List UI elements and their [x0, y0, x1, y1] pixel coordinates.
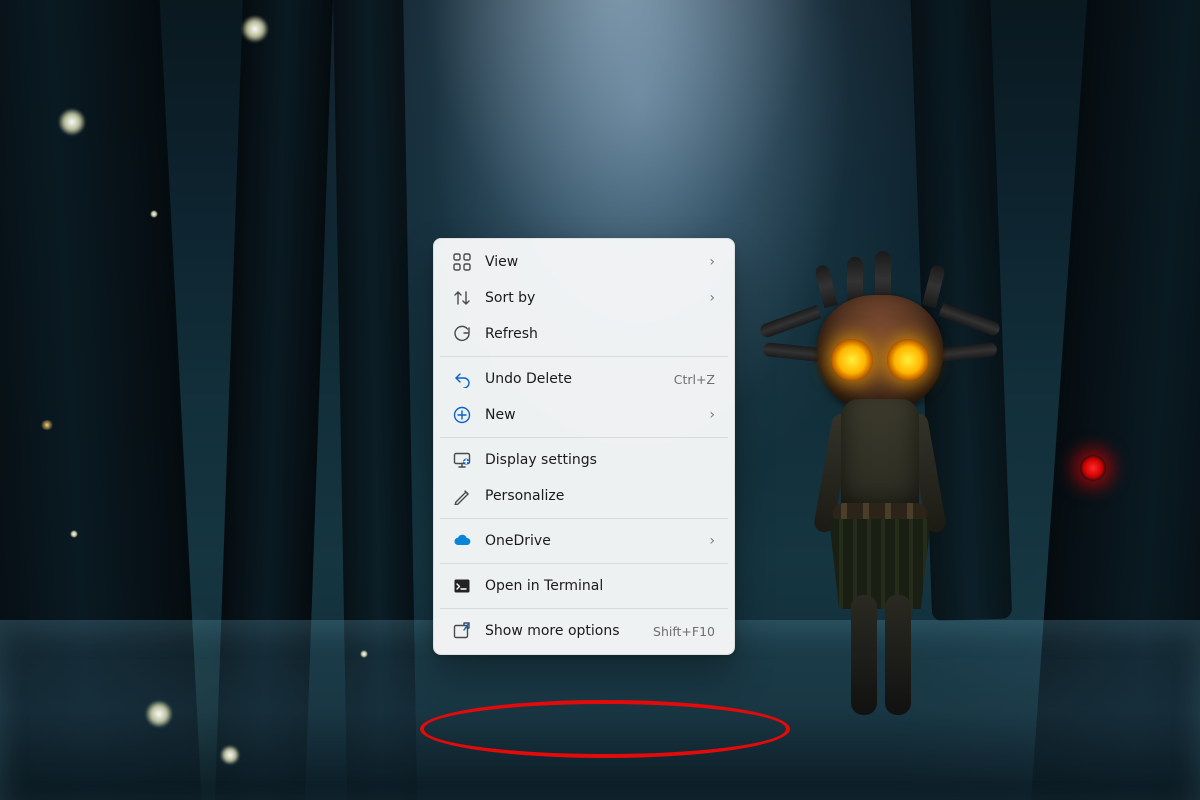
- menu-item-show-more-options[interactable]: Show more options Shift+F10: [439, 613, 729, 649]
- grid-icon: [453, 253, 471, 271]
- menu-item-accelerator: Ctrl+Z: [674, 372, 715, 387]
- menu-separator: [440, 608, 728, 609]
- decor-spark: [58, 108, 86, 136]
- sort-icon: [453, 289, 471, 307]
- decor-spark: [70, 530, 78, 538]
- chevron-right-icon: ›: [705, 407, 715, 423]
- decor-spark: [145, 700, 173, 728]
- menu-item-label: Personalize: [485, 488, 715, 504]
- menu-item-label: View: [485, 254, 691, 270]
- onedrive-icon: [453, 532, 471, 550]
- personalize-icon: [453, 487, 471, 505]
- menu-item-personalize[interactable]: Personalize: [439, 478, 729, 514]
- decor-spark: [150, 210, 158, 218]
- menu-item-display-settings[interactable]: Display settings: [439, 442, 729, 478]
- menu-separator: [440, 563, 728, 564]
- menu-item-label: New: [485, 407, 691, 423]
- menu-item-label: Undo Delete: [485, 371, 660, 387]
- menu-item-label: Show more options: [485, 623, 639, 639]
- decor-red-orb: [1080, 455, 1106, 481]
- desktop-context-menu: View › Sort by › Refresh Undo Delete Ctrl+Z New…: [433, 238, 735, 655]
- chevron-right-icon: ›: [705, 533, 715, 549]
- menu-item-new[interactable]: New ›: [439, 397, 729, 433]
- menu-item-open-in-terminal[interactable]: Open in Terminal: [439, 568, 729, 604]
- display-icon: [453, 451, 471, 469]
- chevron-right-icon: ›: [705, 254, 715, 270]
- menu-separator: [440, 356, 728, 357]
- wallpaper-figure: [795, 295, 965, 735]
- menu-item-accelerator: Shift+F10: [653, 624, 715, 639]
- new-icon: [453, 406, 471, 424]
- menu-item-onedrive[interactable]: OneDrive ›: [439, 523, 729, 559]
- decor-spark: [360, 650, 368, 658]
- menu-item-refresh[interactable]: Refresh: [439, 316, 729, 352]
- menu-item-view[interactable]: View ›: [439, 244, 729, 280]
- menu-item-sort-by[interactable]: Sort by ›: [439, 280, 729, 316]
- menu-separator: [440, 437, 728, 438]
- undo-icon: [453, 370, 471, 388]
- more-icon: [453, 622, 471, 640]
- menu-item-label: Open in Terminal: [485, 578, 715, 594]
- refresh-icon: [453, 325, 471, 343]
- menu-separator: [440, 518, 728, 519]
- terminal-icon: [453, 577, 471, 595]
- menu-item-label: OneDrive: [485, 533, 691, 549]
- menu-item-label: Sort by: [485, 290, 691, 306]
- decor-spark: [220, 745, 240, 765]
- menu-item-undo-delete[interactable]: Undo Delete Ctrl+Z: [439, 361, 729, 397]
- decor-spark: [40, 420, 54, 430]
- chevron-right-icon: ›: [705, 290, 715, 306]
- menu-item-label: Display settings: [485, 452, 715, 468]
- decor-spark: [241, 15, 269, 43]
- menu-item-label: Refresh: [485, 326, 715, 342]
